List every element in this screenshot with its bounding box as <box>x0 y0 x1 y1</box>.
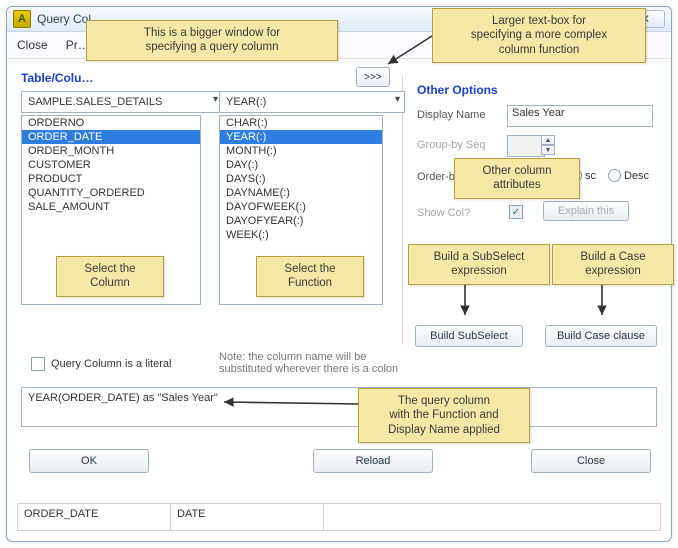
list-item[interactable]: ORDER_MONTH <box>22 144 200 158</box>
list-item[interactable]: DAYOFWEEK(:) <box>220 200 382 214</box>
substitution-note: Note: the column name will be substitute… <box>219 351 398 375</box>
orderby-desc-label: Desc <box>624 170 649 182</box>
other-options-label: Other Options <box>417 83 498 97</box>
show-col-checkbox: ✓ <box>509 205 523 219</box>
divider <box>402 75 403 345</box>
chevron-up-icon: ▲ <box>541 135 555 145</box>
table-column-label: Table/Colu… <box>21 71 93 85</box>
arrow-icon <box>382 30 434 70</box>
display-name-input[interactable]: Sales Year <box>507 105 653 127</box>
list-item[interactable]: DAYNAME(:) <box>220 186 382 200</box>
close-label: Close <box>577 455 605 467</box>
list-item[interactable]: MONTH(:) <box>220 144 382 158</box>
chevron-down-icon: ▼ <box>541 145 555 155</box>
check-icon: ✓ <box>512 207 520 218</box>
annotation-main: This is a bigger window for specifying a… <box>86 20 338 61</box>
expand-icon: >>> <box>364 72 382 83</box>
annotation-result: The query column with the Function and D… <box>358 388 530 443</box>
list-item[interactable]: QUANTITY_ORDERED <box>22 186 200 200</box>
list-item[interactable]: DAYOFYEAR(:) <box>220 214 382 228</box>
build-case-button[interactable]: Build Case clause <box>545 325 657 347</box>
result-expression-value: YEAR(ORDER_DATE) as "Sales Year" <box>28 392 218 404</box>
function-select-value: YEAR(:) <box>226 96 266 108</box>
close-button[interactable]: Close <box>531 449 651 473</box>
annotation-expand: Larger text-box for specifying a more co… <box>432 8 646 63</box>
annotation-subselect: Build a SubSelect expression <box>408 244 550 285</box>
list-item[interactable]: SALE_AMOUNT <box>22 200 200 214</box>
status-table: ORDER_DATE DATE <box>17 503 661 531</box>
list-item[interactable]: YEAR(:) <box>220 130 382 144</box>
groupby-spinner: ▲ ▼ <box>541 135 555 155</box>
build-subselect-label: Build SubSelect <box>430 330 508 342</box>
status-col-type: DATE <box>171 504 324 530</box>
reload-label: Reload <box>356 455 391 467</box>
status-col-empty <box>324 504 660 530</box>
annotation-select-column: Select the Column <box>56 256 164 297</box>
annotation-case: Build a Case expression <box>552 244 674 285</box>
status-col-name: ORDER_DATE <box>18 504 171 530</box>
expand-function-editor-button[interactable]: >>> <box>356 67 390 87</box>
list-item[interactable]: DAYS(:) <box>220 172 382 186</box>
list-item[interactable]: CHAR(:) <box>220 116 382 130</box>
orderby-asc-label: sc <box>585 170 596 182</box>
display-name-value: Sales Year <box>512 107 565 119</box>
build-case-label: Build Case clause <box>557 330 645 342</box>
orderby-radios: sc Desc <box>569 169 649 182</box>
arrow-icon <box>455 283 475 321</box>
ok-label: OK <box>81 455 97 467</box>
table-select[interactable]: SAMPLE.SALES_DETAILS <box>21 91 223 113</box>
groupby-seq-input <box>507 135 545 157</box>
menu-close[interactable]: Close <box>17 38 48 52</box>
arrow-icon <box>220 394 360 414</box>
table-select-value: SAMPLE.SALES_DETAILS <box>28 96 162 108</box>
build-subselect-button[interactable]: Build SubSelect <box>415 325 523 347</box>
app-icon: A <box>13 10 31 28</box>
list-item[interactable]: DAY(:) <box>220 158 382 172</box>
explain-this-button[interactable]: Explain this <box>543 201 629 221</box>
literal-row: Query Column is a literal <box>31 357 171 371</box>
show-col-label: Show Col? <box>417 207 470 219</box>
list-item[interactable]: CUSTOMER <box>22 158 200 172</box>
literal-label: Query Column is a literal <box>51 358 171 370</box>
ok-button[interactable]: OK <box>29 449 149 473</box>
groupby-seq-label: Group-by Seq <box>417 139 485 151</box>
content-area: Table/Colu… >>> Other Options SAMPLE.SAL… <box>7 55 671 541</box>
explain-this-label: Explain this <box>558 205 614 217</box>
list-item[interactable]: WEEK(:) <box>220 228 382 242</box>
literal-checkbox[interactable] <box>31 357 45 371</box>
radio-icon <box>608 169 621 182</box>
annotation-select-function: Select the Function <box>256 256 364 297</box>
list-item[interactable]: ORDERNO <box>22 116 200 130</box>
arrow-icon <box>592 283 612 321</box>
list-item[interactable]: PRODUCT <box>22 172 200 186</box>
list-item[interactable]: ORDER_DATE <box>22 130 200 144</box>
reload-button[interactable]: Reload <box>313 449 433 473</box>
display-name-label: Display Name <box>417 109 485 121</box>
annotation-other-attributes: Other column attributes <box>454 158 580 199</box>
orderby-desc-radio[interactable]: Desc <box>608 169 649 182</box>
function-select[interactable]: YEAR(:) <box>219 91 405 113</box>
